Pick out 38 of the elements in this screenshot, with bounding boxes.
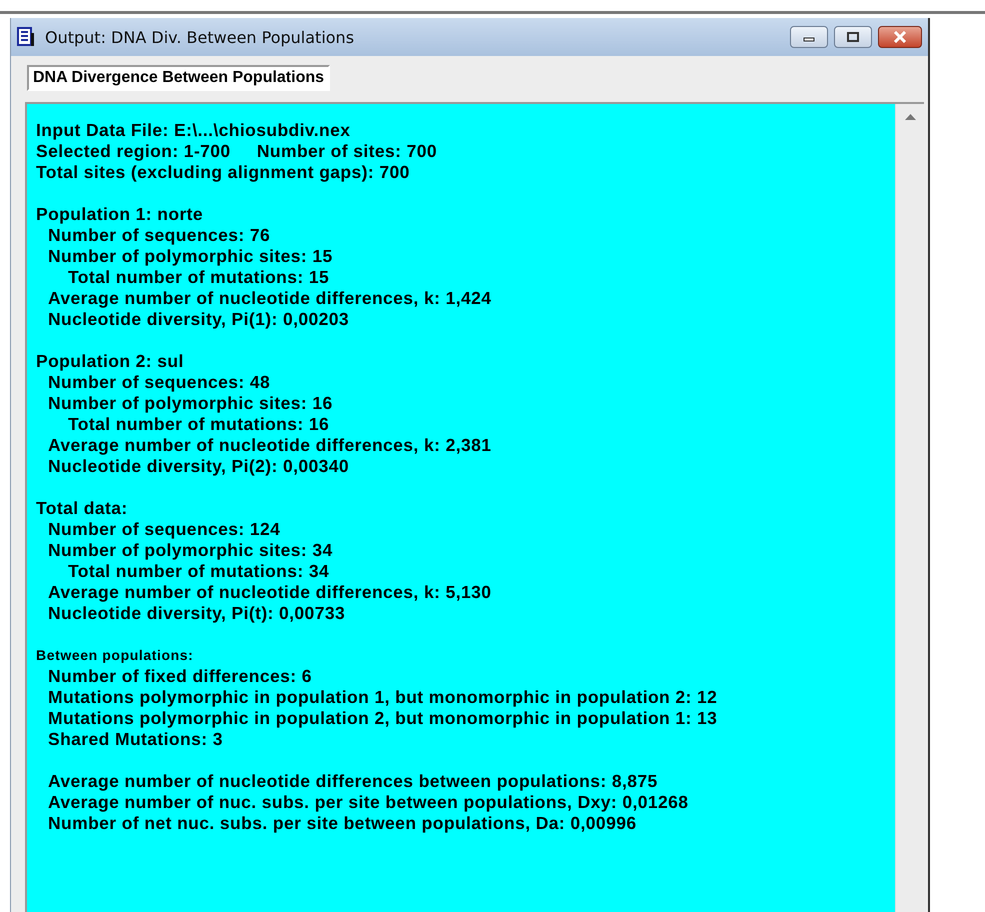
section-heading: Between populations: bbox=[36, 646, 194, 665]
maximize-icon bbox=[847, 32, 859, 42]
report-line: Mutations polymorphic in population 2, but monomorphic in population 1: 13 bbox=[48, 708, 718, 729]
close-icon bbox=[893, 31, 907, 43]
report-line: Number of polymorphic sites: 16 bbox=[48, 393, 333, 414]
report-line: Total sites (excluding alignment gaps): 700 bbox=[36, 162, 410, 183]
report-line: Average number of nucleotide differences, k: 5,130 bbox=[48, 582, 492, 603]
report-line: Number of polymorphic sites: 34 bbox=[48, 540, 333, 561]
report-line: Nucleotide diversity, Pi(t): 0,00733 bbox=[48, 603, 346, 624]
report-line: Average number of nuc. subs. per site between populations, Dxy: 0,01268 bbox=[48, 792, 688, 813]
report-line: Average number of nucleotide differences, k: 2,381 bbox=[48, 435, 492, 456]
minimize-button[interactable] bbox=[790, 26, 828, 48]
report-line: Total number of mutations: 34 bbox=[68, 561, 330, 582]
report-line: Selected region: 1-700 Number of sites: 700 bbox=[36, 141, 438, 162]
report-line: Number of sequences: 48 bbox=[48, 372, 270, 393]
report-line: Mutations polymorphic in population 1, but monomorphic in population 2: 12 bbox=[48, 687, 718, 708]
report-line: Nucleotide diversity, Pi(2): 0,00340 bbox=[48, 456, 349, 477]
report-line: Nucleotide diversity, Pi(1): 0,00203 bbox=[48, 309, 349, 330]
report-line: Input Data File: E:\...\chiosubdiv.nex bbox=[36, 120, 350, 141]
report-line: Total number of mutations: 16 bbox=[68, 414, 330, 435]
panel-tab[interactable]: DNA Divergence Between Populations bbox=[27, 65, 330, 91]
maximize-button[interactable] bbox=[834, 26, 872, 48]
report-line: Total number of mutations: 15 bbox=[68, 267, 330, 288]
report-line: Population 1: norte bbox=[36, 204, 204, 225]
scroll-up-icon[interactable] bbox=[904, 114, 916, 120]
window-title: Output: DNA Div. Between Populations bbox=[45, 28, 356, 46]
report-line: Shared Mutations: 3 bbox=[48, 729, 223, 750]
report-line: Number of fixed differences: 6 bbox=[48, 666, 312, 687]
report-line: Number of polymorphic sites: 15 bbox=[48, 246, 333, 267]
report-line: Average number of nucleotide differences between populations: 8,875 bbox=[48, 771, 658, 792]
report-line: Number of sequences: 76 bbox=[48, 225, 270, 246]
close-button[interactable] bbox=[878, 26, 922, 48]
report-line: Population 2: sul bbox=[36, 351, 184, 372]
report-line: Number of net nuc. subs. per site between populations, Da: 0,00996 bbox=[48, 813, 636, 834]
report-line: Average number of nucleotide differences, k: 1,424 bbox=[48, 288, 492, 309]
report-line: Total data: bbox=[36, 498, 128, 519]
report-line: Number of sequences: 124 bbox=[48, 519, 280, 540]
document-icon bbox=[17, 27, 35, 47]
